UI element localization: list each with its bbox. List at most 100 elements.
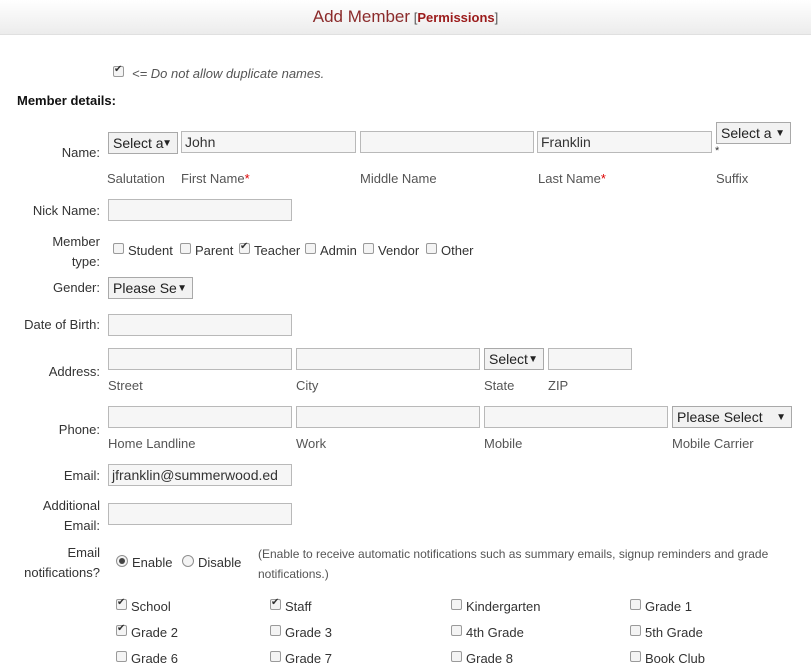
mobile-carrier-select[interactable]: Please Select ▼ xyxy=(672,406,792,428)
work-caption: Work xyxy=(296,436,327,451)
member-type-parent-label: Parent xyxy=(195,243,234,258)
group-5th-grade-label: 5th Grade xyxy=(645,625,703,640)
additional-email-label-line1: Additional xyxy=(42,498,100,513)
city-caption: City xyxy=(296,378,319,393)
additional-email-label: Additional Email: xyxy=(10,496,100,536)
group-grade-3-checkbox[interactable] xyxy=(270,625,281,636)
group-grade-3-label: Grade 3 xyxy=(285,625,332,640)
notifications-disable-radio[interactable] xyxy=(182,555,194,567)
group-kindergarten-checkbox[interactable] xyxy=(451,599,462,610)
suffix-select[interactable]: Select a ▼ xyxy=(716,122,791,144)
page-title: Add Member xyxy=(312,7,411,26)
group-school-checkbox[interactable] xyxy=(116,597,127,610)
chevron-down-icon: ▼ xyxy=(776,412,786,423)
notifications-enable-radio[interactable] xyxy=(116,555,128,567)
group-grade-1-checkbox[interactable] xyxy=(630,599,641,610)
group-grade-7-checkbox[interactable] xyxy=(270,651,281,662)
member-type-vendor-label: Vendor xyxy=(378,243,420,258)
salutation-value: Select a xyxy=(113,135,164,151)
notifications-enable-label: Enable xyxy=(132,555,173,570)
mobile-carrier-value: Please Select xyxy=(677,409,763,425)
group-book-club-label: Book Club xyxy=(645,651,705,666)
dob-input[interactable] xyxy=(108,314,292,336)
salutation-select[interactable]: Select a ▼ xyxy=(108,132,178,154)
first-name-required-mark: * xyxy=(244,171,250,186)
last-name-caption: Last Name* xyxy=(538,171,606,186)
group-grade-2-label: Grade 2 xyxy=(131,625,178,640)
first-name-caption: First Name* xyxy=(181,171,250,186)
nick-name-input[interactable] xyxy=(108,199,292,221)
mobile-carrier-caption: Mobile Carrier xyxy=(672,436,754,451)
group-grade-8-label: Grade 8 xyxy=(466,651,513,666)
member-type-vendor-checkbox[interactable] xyxy=(363,243,374,254)
email-input[interactable]: jfranklin@summerwood.ed xyxy=(108,464,292,486)
page-header: Add Member [Permissions] xyxy=(0,0,811,35)
email-notifications-label-line2: notifications? xyxy=(24,565,100,580)
chevron-down-icon: ▼ xyxy=(775,128,785,139)
notifications-note-line2: notifications.) xyxy=(258,567,329,581)
gender-select[interactable]: Please Se ▼ xyxy=(108,277,193,299)
gender-label: Gender: xyxy=(53,280,100,295)
zip-input[interactable] xyxy=(548,348,632,370)
member-type-admin-label: Admin xyxy=(320,243,357,258)
permissions-link-wrap: [Permissions] xyxy=(414,10,499,25)
group-5th-grade-checkbox[interactable] xyxy=(630,625,641,636)
mobile-caption: Mobile xyxy=(484,436,523,451)
member-type-teacher-checkbox[interactable] xyxy=(239,241,250,254)
last-name-input[interactable]: Franklin xyxy=(537,131,712,153)
middle-name-input[interactable] xyxy=(360,131,534,153)
member-type-student-checkbox[interactable] xyxy=(113,243,124,254)
city-input[interactable] xyxy=(296,348,480,370)
notifications-note-line1: (Enable to receive automatic notificatio… xyxy=(258,547,769,561)
chevron-down-icon: ▼ xyxy=(177,283,187,294)
first-name-caption-text: First Name xyxy=(181,171,245,186)
duplicate-names-checkbox[interactable] xyxy=(113,64,124,77)
member-type-other-label: Other xyxy=(441,243,474,258)
member-type-student-label: Student xyxy=(128,243,173,258)
group-grade-6-checkbox[interactable] xyxy=(116,651,127,662)
group-book-club-checkbox[interactable] xyxy=(630,651,641,662)
street-caption: Street xyxy=(108,378,143,393)
gender-value: Please Se xyxy=(113,280,177,296)
suffix-caption: Suffix xyxy=(716,171,749,186)
bracket-close: ] xyxy=(494,10,499,25)
nick-name-label: Nick Name: xyxy=(32,203,100,218)
last-name-required-mark: * xyxy=(600,171,606,186)
duplicate-names-label: <= Do not allow duplicate names. xyxy=(132,66,325,81)
zip-caption: ZIP xyxy=(548,378,569,393)
street-input[interactable] xyxy=(108,348,292,370)
additional-email-input[interactable] xyxy=(108,503,292,525)
email-label: Email: xyxy=(63,468,100,483)
group-school-label: School xyxy=(131,599,171,614)
group-grade-6-label: Grade 6 xyxy=(131,651,178,666)
group-4th-grade-label: 4th Grade xyxy=(466,625,524,640)
member-type-parent-checkbox[interactable] xyxy=(180,243,191,254)
member-type-teacher-label: Teacher xyxy=(254,243,301,258)
member-type-other-checkbox[interactable] xyxy=(426,243,437,254)
suffix-required-mark: * xyxy=(715,145,720,157)
last-name-caption-text: Last Name xyxy=(538,171,601,186)
email-notifications-label-line1: Email xyxy=(67,545,100,560)
notifications-disable-label: Disable xyxy=(198,555,242,570)
salutation-caption: Salutation xyxy=(107,171,165,186)
state-select[interactable]: Select ▼ xyxy=(484,348,544,370)
member-type-admin-checkbox[interactable] xyxy=(305,243,316,254)
state-caption: State xyxy=(484,378,515,393)
group-staff-checkbox[interactable] xyxy=(270,597,281,610)
chevron-down-icon: ▼ xyxy=(528,354,538,365)
group-staff-label: Staff xyxy=(285,599,312,614)
address-label: Address: xyxy=(48,364,100,379)
suffix-value: Select a xyxy=(721,125,772,141)
work-phone-input[interactable] xyxy=(296,406,480,428)
member-type-label-line2: type: xyxy=(71,254,100,269)
group-4th-grade-checkbox[interactable] xyxy=(451,625,462,636)
email-notifications-label: Email notifications? xyxy=(5,543,100,583)
group-grade-2-checkbox[interactable] xyxy=(116,623,127,636)
home-landline-input[interactable] xyxy=(108,406,292,428)
group-grade-1-label: Grade 1 xyxy=(645,599,692,614)
first-name-input[interactable]: John xyxy=(181,131,356,153)
group-grade-8-checkbox[interactable] xyxy=(451,651,462,662)
permissions-link[interactable]: Permissions xyxy=(417,10,494,25)
mobile-phone-input[interactable] xyxy=(484,406,668,428)
home-landline-caption: Home Landline xyxy=(108,436,196,451)
